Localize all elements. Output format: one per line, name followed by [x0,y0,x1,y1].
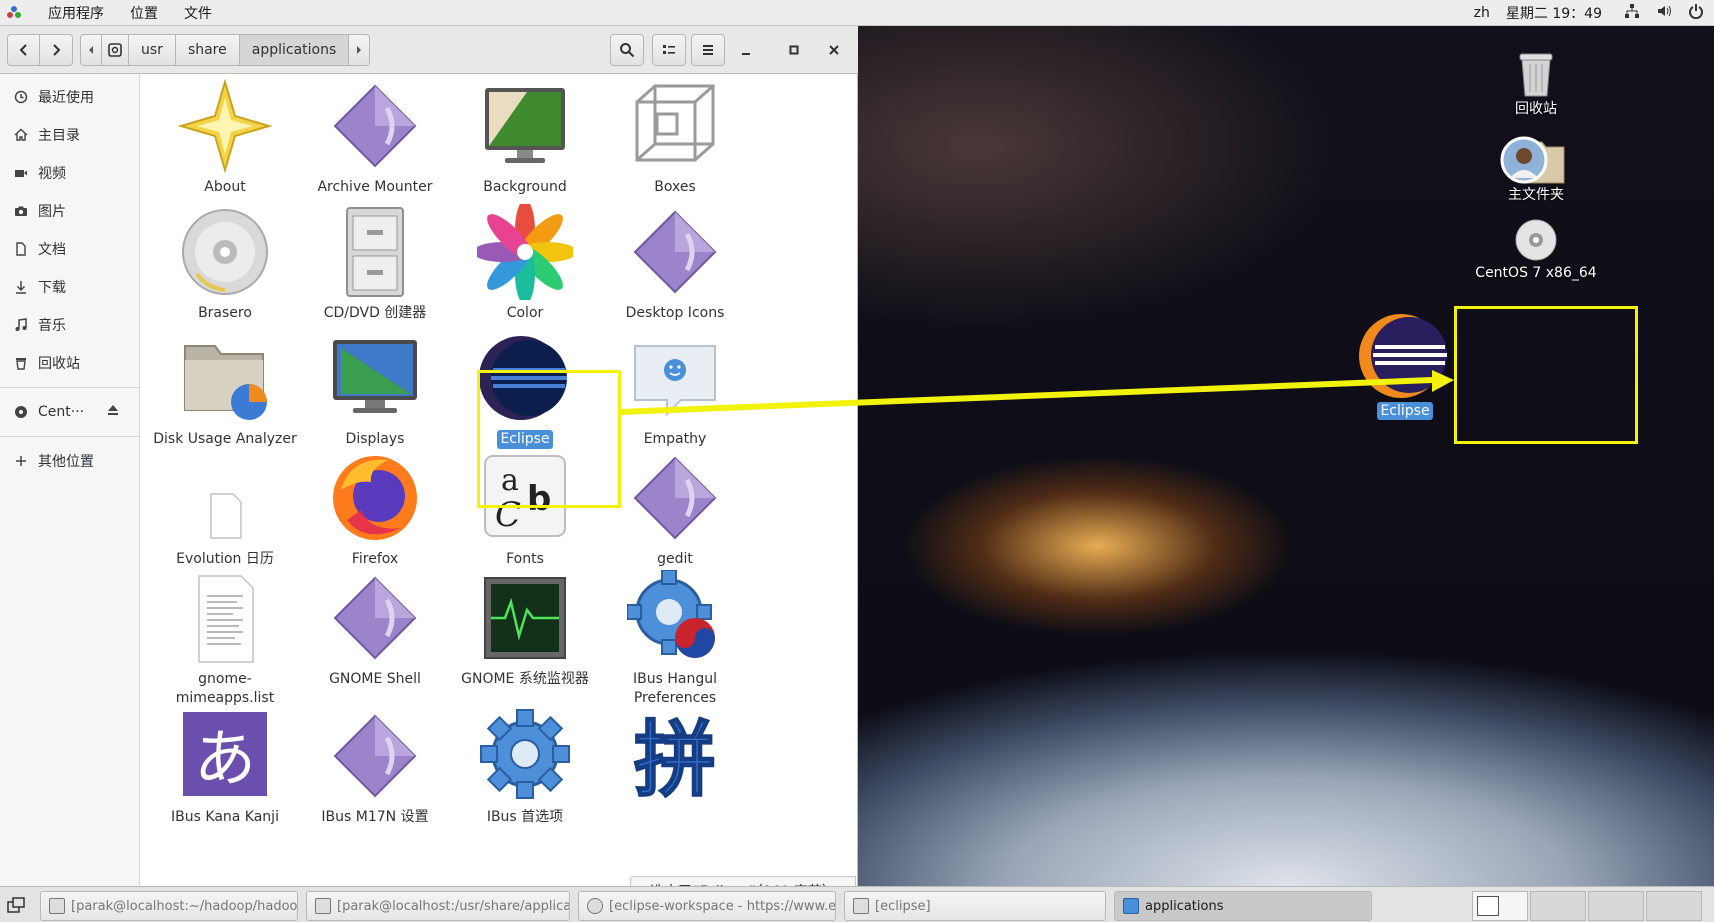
show-desktop-button[interactable] [6,895,26,919]
eclipse-loading-icon [587,898,603,914]
bottom-taskbar: [parak@localhost:~/hadoop/hadoop-··· [pa… [0,886,1714,922]
task-terminal-hadoop[interactable]: [parak@localhost:~/hadoop/hadoop-··· [40,891,298,921]
annotation-highlight-box [1454,306,1638,444]
task-label: [eclipse-workspace - https://www.e··· [609,898,836,914]
workspace-4[interactable] [1646,891,1702,921]
file-manager-icon [1123,898,1139,914]
task-label: [parak@localhost:~/hadoop/hadoop-··· [71,898,298,914]
task-terminal-applications[interactable]: [parak@localhost:/usr/share/applica··· [306,891,570,921]
task-eclipse-workspace[interactable]: [eclipse-workspace - https://www.e··· [578,891,836,921]
task-eclipse[interactable]: [eclipse] [844,891,1106,921]
task-label: applications [1145,898,1224,914]
terminal-icon [49,898,65,914]
annotation-arrow [619,370,1454,415]
task-label: [eclipse] [875,898,931,914]
workspace-2[interactable] [1530,891,1586,921]
workspace-1[interactable] [1472,891,1528,921]
workspace-3[interactable] [1588,891,1644,921]
task-label: [parak@localhost:/usr/share/applica··· [337,898,570,914]
task-applications[interactable]: applications [1114,891,1372,921]
show-desktop-icon [7,897,25,913]
window-icon [853,898,869,914]
terminal-icon [315,898,331,914]
